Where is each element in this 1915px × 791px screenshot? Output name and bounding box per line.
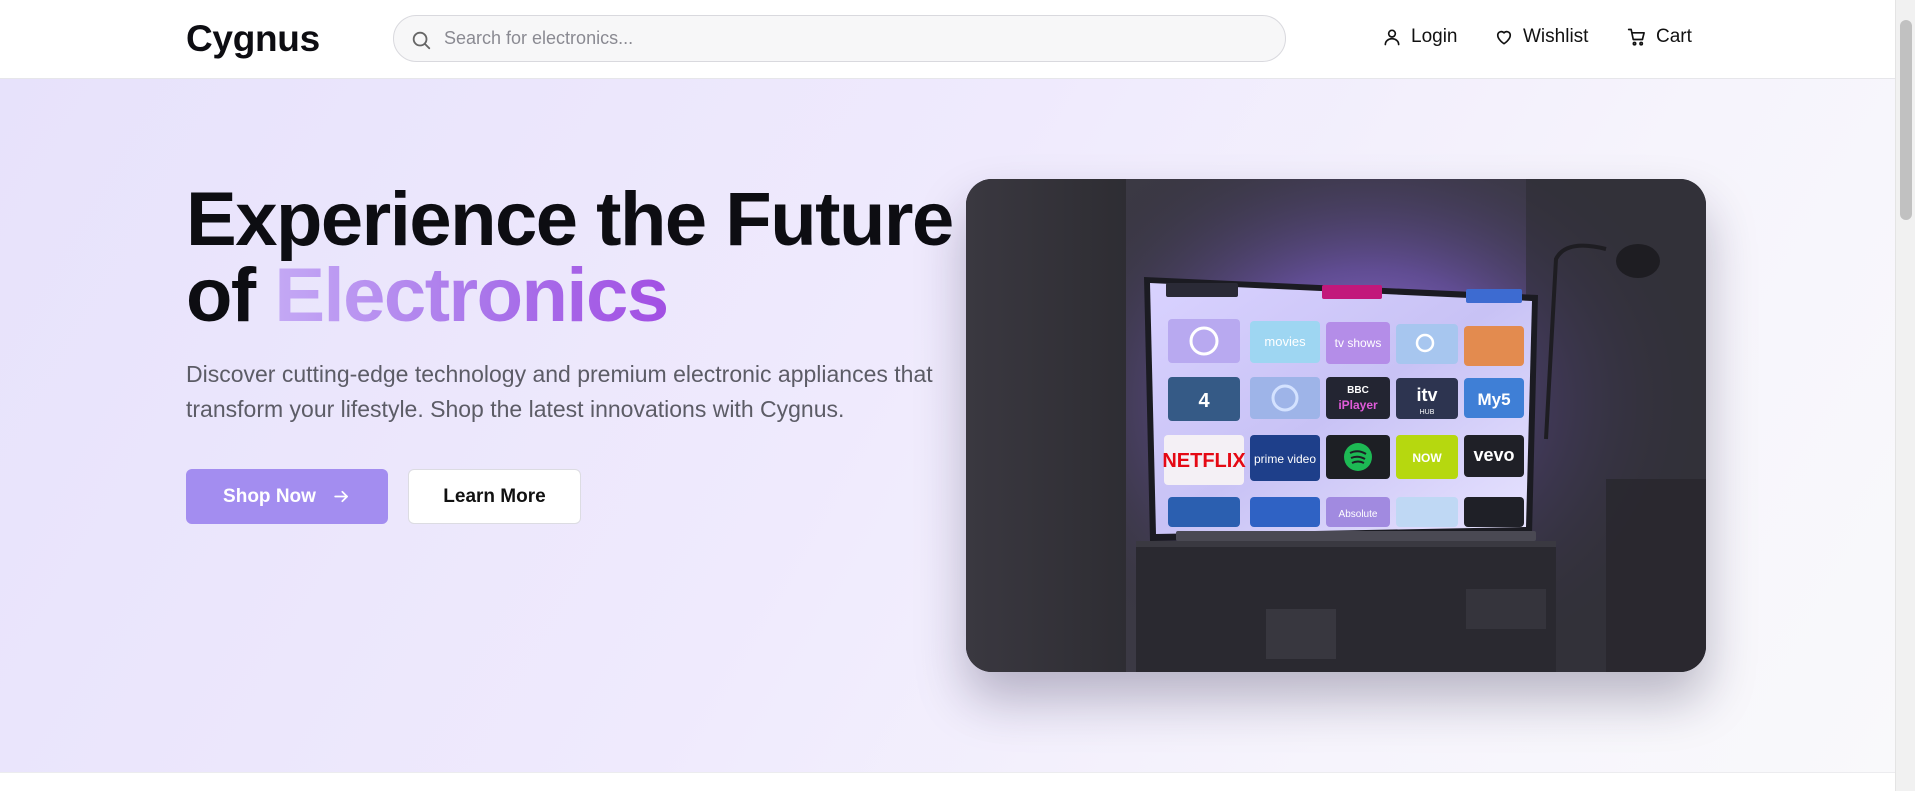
app-itv-hub: HUB <box>1420 409 1435 416</box>
hero-section: Experience the Future of Electronics Dis… <box>0 79 1895 772</box>
login-link[interactable]: Login <box>1382 26 1458 48</box>
arrow-right-icon <box>334 490 348 503</box>
hero-title-accent: Electronics <box>274 253 669 338</box>
heart-icon <box>1496 30 1512 45</box>
hero-title-prefix: of <box>186 253 275 338</box>
hero-subtitle: Discover cutting-edge technology and pre… <box>186 361 933 422</box>
section-divider <box>0 772 1895 773</box>
app-tv-shows: tv shows <box>1335 336 1382 350</box>
shop-now-button[interactable]: Shop Now <box>186 469 388 524</box>
app-bbc: BBC <box>1347 385 1369 396</box>
site-logo[interactable]: Cygnus <box>186 18 320 60</box>
app-my5: My5 <box>1477 390 1510 409</box>
app-iplayer: iPlayer <box>1338 398 1378 412</box>
search-input[interactable] <box>444 16 1264 61</box>
app-now: NOW <box>1412 451 1442 465</box>
app-netflix: NETFLIX <box>1162 450 1246 472</box>
hero-title: Experience the Future of Electronics <box>186 182 954 334</box>
learn-more-button[interactable]: Learn More <box>408 469 581 524</box>
cart-link[interactable]: Cart <box>1627 26 1692 48</box>
user-icon <box>1384 29 1400 46</box>
tv-photo: movies tv shows 4 BBC iPlayer itv HUB My… <box>966 179 1706 672</box>
app-prime: prime video <box>1254 452 1316 466</box>
page-scrollbar[interactable] <box>1895 0 1915 791</box>
search-bar <box>393 15 1286 62</box>
app-channel4: 4 <box>1198 390 1210 412</box>
cart-icon <box>1627 28 1645 46</box>
app-movies: movies <box>1264 334 1306 349</box>
site-header: Cygnus Login Wishlist Cart <box>0 0 1895 79</box>
hero-title-line1: Experience the Future <box>186 177 954 262</box>
shop-now-label: Shop Now <box>223 485 316 507</box>
wishlist-label: Wishlist <box>1523 26 1589 47</box>
login-label: Login <box>1411 26 1458 47</box>
app-itv: itv <box>1416 385 1437 405</box>
app-absolute: Absolute <box>1339 509 1378 520</box>
wishlist-link[interactable]: Wishlist <box>1494 26 1588 48</box>
search-icon <box>412 31 431 50</box>
hero-image: movies tv shows 4 BBC iPlayer itv HUB My… <box>966 179 1706 672</box>
cart-label: Cart <box>1656 26 1692 47</box>
app-vevo: vevo <box>1473 445 1514 465</box>
scrollbar-thumb[interactable] <box>1900 20 1912 220</box>
